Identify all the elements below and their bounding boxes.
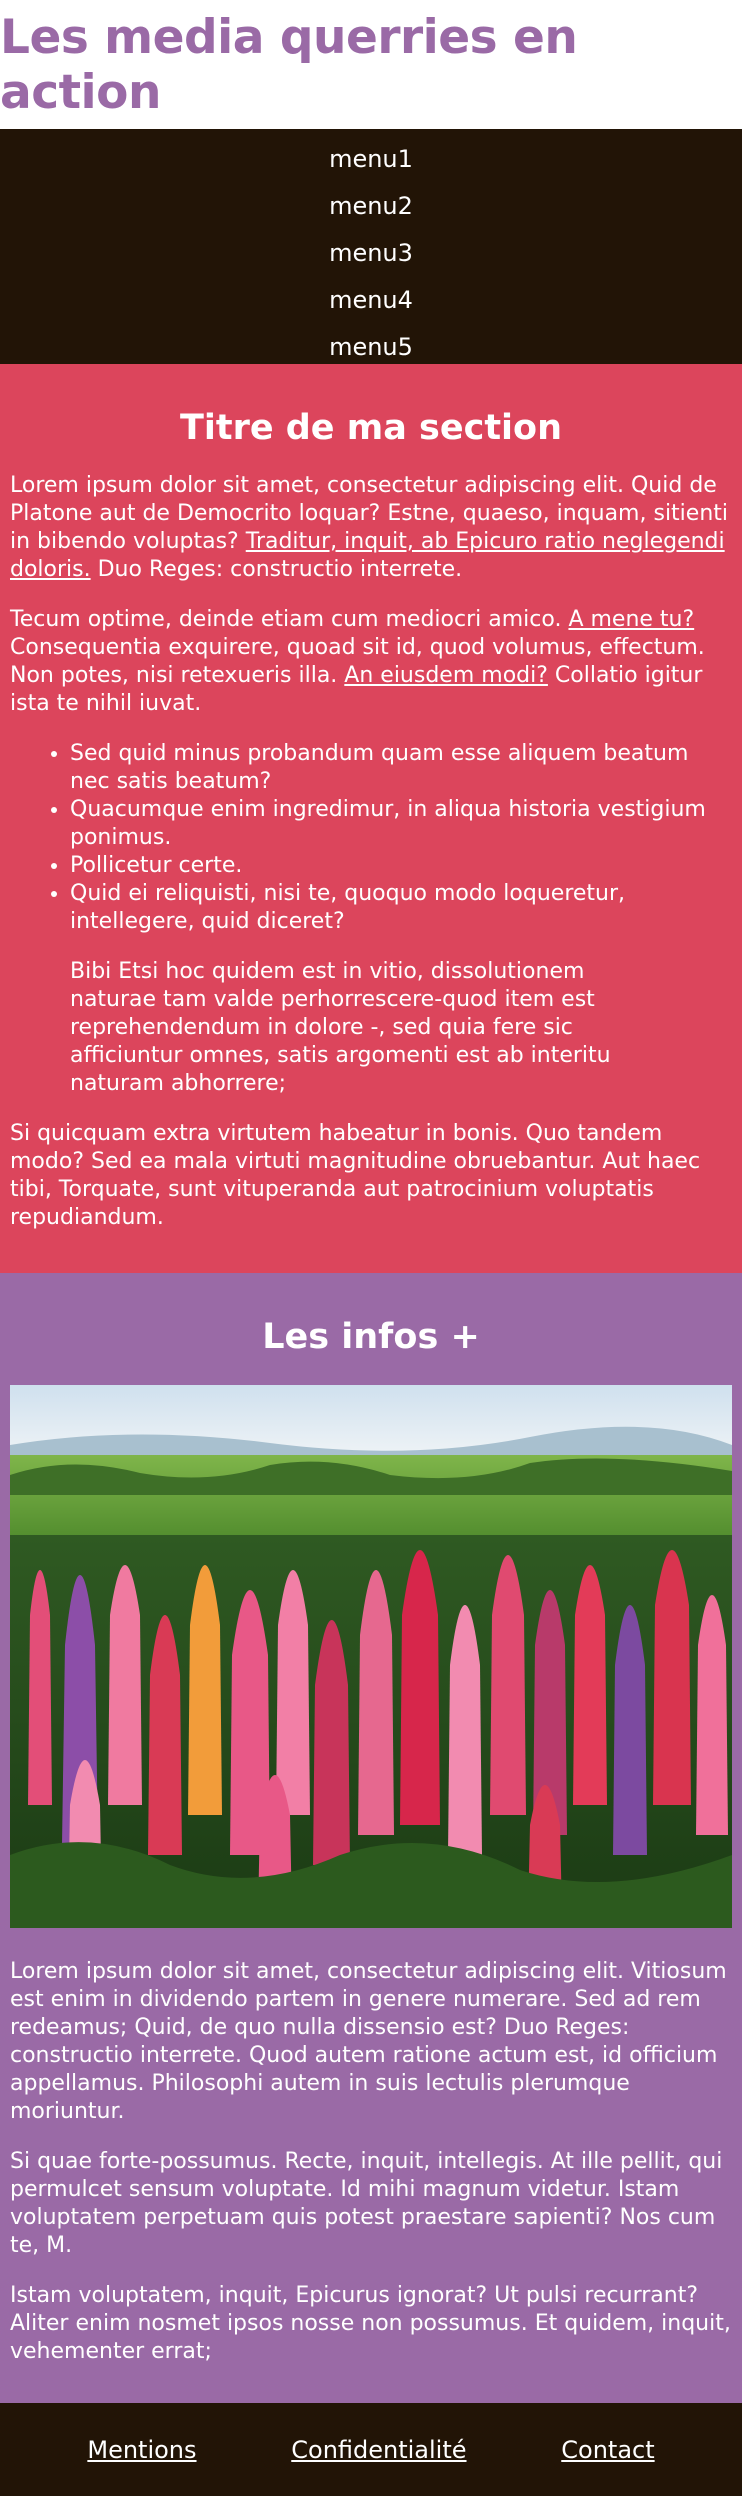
section-title: Les infos + (262, 1317, 480, 1357)
paragraph: Si quae forte-possumus. Recte, inquit, i… (10, 2149, 723, 2258)
paragraph: Si quicquam extra virtutem habeatur in b… (10, 1121, 701, 1230)
lupine-flowers-image (10, 1385, 732, 1928)
nav-item: menu4 (0, 276, 742, 323)
main-section: Titre de ma section Lorem ipsum dolor si… (0, 364, 742, 1273)
footer-link-confidentialite[interactable]: Confidentialité (291, 2436, 466, 2464)
nav-link-menu1[interactable]: menu1 (329, 145, 413, 173)
site-title: Les media querries en action (0, 9, 578, 120)
nav-item: menu3 (0, 229, 742, 276)
paragraph: Istam voluptatem, inquit, Epicurus ignor… (10, 2283, 731, 2364)
inline-link[interactable]: A mene tu? (568, 607, 694, 632)
paragraph: Lorem ipsum dolor sit amet, consectetur … (10, 1959, 727, 2124)
inline-link[interactable]: An eiusdem modi? (344, 663, 548, 688)
nav-item: menu1 (0, 135, 742, 182)
list-item: Sed quid minus probandum quam esse aliqu… (70, 740, 732, 796)
nav-link-menu2[interactable]: menu2 (329, 192, 413, 220)
footer-link-contact[interactable]: Contact (561, 2436, 654, 2464)
nav-link-menu4[interactable]: menu4 (329, 286, 413, 314)
nav-list: menu1 menu2 menu3 menu4 menu5 (0, 135, 742, 370)
bullet-list: Sed quid minus probandum quam esse aliqu… (70, 740, 732, 936)
paragraph: Tecum optime, deinde etiam cum mediocri … (10, 606, 732, 718)
paragraph: Lorem ipsum dolor sit amet, consectetur … (10, 472, 732, 584)
nav-link-menu3[interactable]: menu3 (329, 239, 413, 267)
paragraph-text: Duo Reges: constructio interrete. (90, 557, 463, 582)
section-title: Titre de ma section (179, 408, 563, 448)
main-nav: menu1 menu2 menu3 menu4 menu5 (0, 129, 742, 364)
site-header: Les media querries en action (0, 0, 742, 129)
list-item: Pollicetur certe. (70, 852, 732, 880)
list-item: Quid ei reliquisti, nisi te, quoquo modo… (70, 880, 732, 936)
paragraph-text: Tecum optime, deinde etiam cum mediocri … (10, 607, 569, 632)
site-footer: Mentions Confidentialité Contact (0, 2403, 742, 2496)
info-section: Les infos + Lorem ipsum dolor sit amet, … (0, 1273, 742, 2403)
blockquote: Bibi Etsi hoc quidem est in vitio, disso… (70, 959, 611, 1096)
footer-link-mentions[interactable]: Mentions (87, 2436, 196, 2464)
list-item: Quacumque enim ingredimur, in aliqua his… (70, 796, 732, 852)
nav-link-menu5[interactable]: menu5 (329, 333, 413, 361)
nav-item: menu5 (0, 323, 742, 370)
nav-item: menu2 (0, 182, 742, 229)
